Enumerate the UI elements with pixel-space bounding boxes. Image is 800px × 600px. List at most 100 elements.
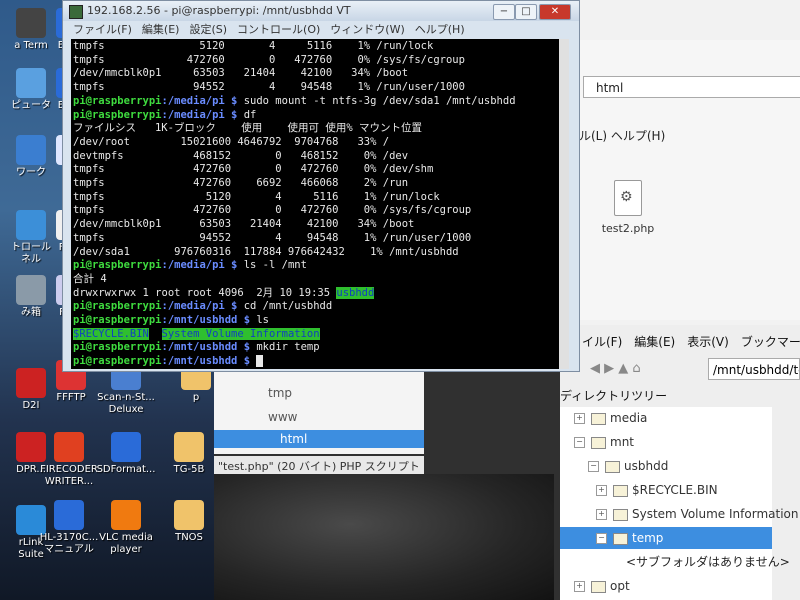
terminal-menu-item[interactable]: 編集(E) [142,23,180,36]
expand-toggle-icon[interactable]: − [596,533,607,544]
terminal-menu-item[interactable]: ファイル(F) [73,23,132,36]
prompt-dir: :/media/pi $ [161,108,238,121]
terminal-line: /dev/mmcblk0p1 63503 21404 42100 34% /bo… [73,67,408,81]
tree-item-label: media [610,411,648,425]
terminal-line: drwxrwxrwx 1 root root 4096 2月 10 19:35 … [73,286,375,301]
highlighted-dir: $RECYCLE.BIN [73,327,149,340]
folder-icon [591,412,606,425]
terminal-line: tmpfs 472760 0 472760 0% /sys/fs/cgroup [73,204,471,218]
line-text: tmpfs 94552 4 94548 1% /run/user/1000 [73,231,472,244]
expand-toggle-icon[interactable]: + [574,581,585,592]
tree-item-opt[interactable]: + opt [574,575,630,597]
line-text: /dev/mmcblk0p1 63503 21404 42100 34% /bo… [73,67,409,80]
desktop-icon[interactable]: VLC media player [95,500,157,556]
tree-item-usbhdd[interactable]: − usbhdd [588,455,668,477]
terminal-menu-item[interactable]: 設定(S) [189,23,227,36]
desktop-icon-label: Scan-n-St... Deluxe [97,392,155,415]
prompt-user: pi@raspberrypi [73,108,162,121]
terminal-menu-item[interactable]: ウィンドウ(W) [330,23,404,36]
tree-item--recycle-bin[interactable]: + $RECYCLE.BIN [596,479,718,501]
desktop-icon-label: VLC media player [99,532,153,555]
expand-toggle-icon[interactable]: + [574,413,585,424]
terminal-line: devtmpfs 468152 0 468152 0% /dev [73,150,408,164]
php-file-icon [614,180,642,216]
desktop-icon-label: TNOS [175,532,203,543]
expand-toggle-icon[interactable]: − [574,437,585,448]
prompt-user: pi@raspberrypi [73,314,162,326]
scrollbar[interactable] [559,39,569,369]
prompt-dir: :/media/pi $ [161,259,238,272]
web-tree-item[interactable]: tmp [268,386,292,400]
maximize-button[interactable]: □ [515,4,537,20]
prompt-user: pi@raspberrypi [73,355,162,368]
nav-arrows[interactable]: ◀ ▶ ▲ ⌂ [590,361,641,376]
tree-title: ディレクトリツリー [560,389,668,403]
line-text: tmpfs 5120 4 5116 1% /run/lock [73,190,440,203]
tree-item-system-volume-information[interactable]: + System Volume Information [596,503,798,525]
tree-item-label: opt [610,579,630,593]
tree-item-media[interactable]: + media [574,407,647,429]
desktop-icon[interactable]: TG-5B [158,432,220,476]
desktop-icon[interactable]: D2I [0,368,62,412]
file-test2-php[interactable]: test2.php [598,180,658,235]
desktop-icon-label: HL-3170C... マニュアル [39,532,99,555]
terminal-screen[interactable]: tmpfs 5120 4 5116 1% /run/lock tmpfs 4727… [71,39,569,369]
terminal-menu-item[interactable]: コントロール(O) [237,23,320,36]
line-text: tmpfs 94552 4 94548 1% /run/user/1000 [73,81,465,94]
terminal-line: pi@raspberrypi:/mnt/usbhdd $ ls [73,314,269,328]
line-text: mkdir temp [250,341,320,354]
prompt-dir: :/mnt/usbhdd $ [161,314,251,326]
line-text: devtmpfs 468152 0 468152 0% /dev [73,149,409,162]
terminal-line: pi@raspberrypi:/mnt/usbhdd $ [73,355,264,369]
line-text: /dev/mmcblk0p1 63503 21404 42100 34% /bo… [73,218,415,231]
terminal-titlebar[interactable]: 192.168.2.56 - pi@raspberrypi: /mnt/usbh… [63,1,579,21]
path-field[interactable]: /mnt/usbhdd/te [708,358,800,380]
web-tree-item[interactable]: html [280,432,307,446]
upper-path-field[interactable]: html [583,76,800,98]
minimize-button[interactable]: − [493,4,515,20]
upper-menu[interactable]: ル(L) ヘルプ(H) [579,127,665,144]
terminal-line: 合計 4 [73,273,107,287]
folder-icon [613,484,628,497]
tree-item-label: usbhdd [624,459,669,473]
prompt-dir: :/media/pi $ [161,300,238,313]
folder-icon [613,532,628,545]
expand-toggle-icon[interactable]: + [596,509,607,520]
line-text: /dev/root 15021600 4646792 9704768 33% / [73,135,390,148]
status-bar: "test.php" (20 バイト) PHP スクリプト [214,456,424,476]
line-text: ls -l /mnt [237,259,307,272]
menu-item[interactable]: イル(F) [582,335,622,349]
line-text: tmpfs 472760 0 472760 0% /sys/fs/cgroup [73,53,465,66]
desktop-icon[interactable]: FIRECODER WRITER... [38,432,100,488]
line-text: sudo mount -t ntfs-3g /dev/sda1 /mnt/usb… [237,94,516,107]
directory-tree: + media − mnt − usbhdd + $RECYCLE.BIN + System Vo… [560,407,798,600]
expand-toggle-icon[interactable]: − [588,461,599,472]
terminal-line: pi@raspberrypi:/mnt/usbhdd $ mkdir temp [73,341,320,355]
folder-icon [605,460,620,473]
selected-html-row[interactable] [214,430,424,448]
desktop-icon[interactable]: HL-3170C... マニュアル [38,500,100,556]
terminal-line: pi@raspberrypi:/media/pi $ sudo mount -t… [73,95,516,109]
line-text: /dev/sda1 976760316 117884 976642432 1% … [73,245,459,258]
web-tree-item[interactable]: www [268,410,297,424]
prompt-user: pi@raspberrypi [73,300,162,313]
menu-item[interactable]: ブックマーク [741,335,800,349]
tree-item-temp[interactable]: − temp [560,527,772,549]
app-icon [54,500,84,530]
close-button[interactable]: ✕ [539,4,571,20]
terminal-menubar: ファイル(F) 編集(E) 設定(S) コントロール(O) ウィンドウ(W) ヘルプ(H) [63,21,579,39]
desktop-icon[interactable]: TNOS [158,500,220,544]
desktop-icon[interactable]: SDFormat... [95,432,157,476]
terminal-line: /dev/sda1 976760316 117884 976642432 1% … [73,246,459,260]
terminal-cursor [256,355,264,368]
terminal-menu-item[interactable]: ヘルプ(H) [415,23,465,36]
line-text: tmpfs 472760 6692 466068 2% /run [73,177,409,189]
expand-toggle-icon[interactable]: + [596,485,607,496]
app-icon [111,500,141,530]
tree-item-mnt[interactable]: − mnt [574,431,634,453]
terminal-line: tmpfs 5120 4 5116 1% /run/lock [73,40,433,54]
menu-item[interactable]: 表示(V) [687,335,729,349]
desktop-icon-label: TG-5B [173,464,205,475]
menu-item[interactable]: 編集(E) [634,335,675,349]
terminal-line: pi@raspberrypi:/media/pi $ ls -l /mnt [73,259,307,273]
